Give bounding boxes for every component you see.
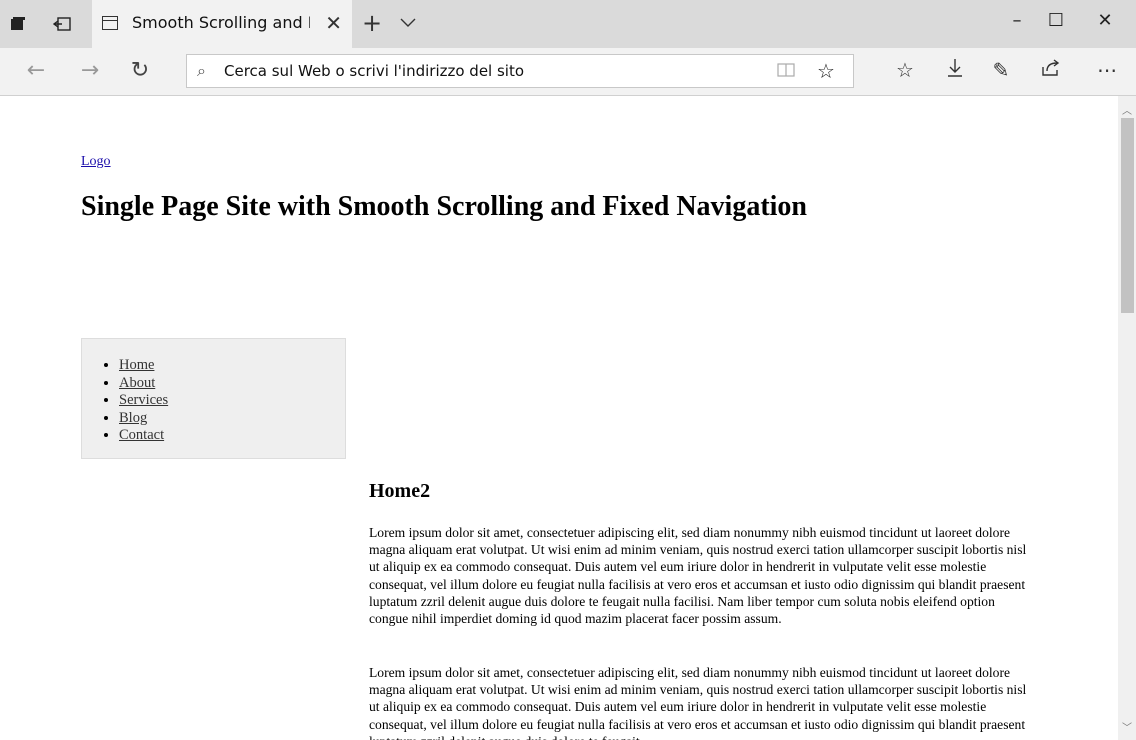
more-icon[interactable]: ⋯ — [1092, 58, 1122, 82]
paragraph: Lorem ipsum dolor sit amet, consectetuer… — [369, 525, 1027, 627]
nav-item-about: About — [119, 375, 345, 393]
scroll-up-icon[interactable]: ︿ — [1122, 102, 1132, 117]
nav-link-services[interactable]: Services — [119, 392, 168, 408]
page-icon — [102, 16, 118, 30]
nav-item-contact: Contact — [119, 427, 345, 445]
maximize-button[interactable]: ☐ — [1041, 10, 1071, 31]
address-bar[interactable]: ⌕ Cerca sul Web o scrivi l'indirizzo del… — [186, 54, 854, 88]
scrollbar-thumb[interactable] — [1121, 118, 1134, 313]
refresh-icon[interactable]: ↻ — [126, 58, 154, 83]
nav-link-about[interactable]: About — [119, 375, 155, 391]
page-viewport: Logo Single Page Site with Smooth Scroll… — [0, 96, 1136, 740]
nav-item-services: Services — [119, 392, 345, 410]
plus-icon[interactable]: + — [362, 9, 382, 37]
favorites-list-icon[interactable]: ☆ — [890, 58, 920, 82]
minimize-button[interactable]: – — [1002, 10, 1032, 31]
browser-tab[interactable]: Smooth Scrolling and Fi ✕ — [92, 0, 352, 48]
logo-link[interactable]: Logo — [81, 154, 111, 170]
paragraph: Lorem ipsum dolor sit amet, consectetuer… — [369, 665, 1027, 740]
site-navigation: Home About Services Blog Contact — [81, 338, 346, 459]
back-arrow-icon[interactable]: ← — [22, 58, 50, 83]
nav-link-contact[interactable]: Contact — [119, 427, 164, 443]
set-aside-tabs-icon[interactable] — [52, 14, 72, 34]
navigation-bar: ← → ↻ ⌕ Cerca sul Web o scrivi l'indiriz… — [0, 48, 1136, 96]
forward-arrow-icon[interactable]: → — [76, 58, 104, 83]
star-icon[interactable]: ☆ — [817, 59, 835, 83]
search-icon: ⌕ — [197, 61, 206, 80]
close-window-button[interactable]: ✕ — [1090, 10, 1120, 31]
nav-link-blog[interactable]: Blog — [119, 410, 147, 426]
nav-item-blog: Blog — [119, 410, 345, 428]
page-title: Single Page Site with Smooth Scrolling a… — [81, 191, 807, 222]
download-icon[interactable] — [940, 58, 970, 83]
tab-title: Smooth Scrolling and Fi — [132, 13, 310, 32]
window-icon[interactable] — [8, 14, 28, 34]
nav-link-home[interactable]: Home — [119, 357, 154, 373]
close-icon[interactable]: ✕ — [325, 11, 342, 35]
nav-item-home: Home — [119, 357, 345, 375]
scroll-down-icon[interactable]: ﹀ — [1122, 719, 1132, 734]
section-title: Home2 — [369, 480, 431, 502]
pen-icon[interactable]: ✎ — [986, 58, 1016, 82]
share-icon[interactable] — [1036, 58, 1066, 82]
book-icon[interactable] — [777, 62, 795, 82]
chevron-down-icon[interactable] — [400, 13, 416, 32]
vertical-scrollbar[interactable]: ︿ ﹀ — [1118, 96, 1136, 740]
title-bar: Smooth Scrolling and Fi ✕ + – ☐ ✕ — [0, 0, 1136, 48]
address-input[interactable]: Cerca sul Web o scrivi l'indirizzo del s… — [224, 62, 524, 80]
